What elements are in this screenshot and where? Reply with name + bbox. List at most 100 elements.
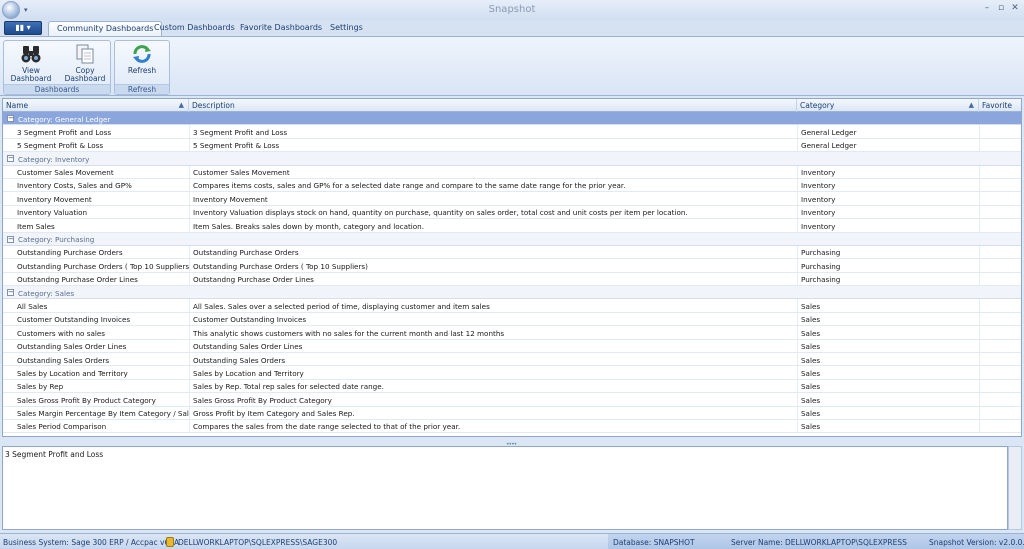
cell-description: Outstanding Sales Order Lines [189, 339, 797, 353]
category-group-row[interactable]: − Category: Sales [3, 286, 1021, 300]
cell-favorite[interactable] [979, 138, 1021, 152]
cell-category: General Ledger [797, 125, 979, 139]
table-row[interactable]: Outstanding Sales Order Lines Outstanding… [3, 339, 1021, 354]
table-row[interactable]: 3 Segment Profit and Loss 3 Segment Profi… [3, 125, 1021, 139]
cell-category: Sales [797, 366, 979, 380]
cell-favorite[interactable] [979, 219, 1021, 233]
view-dashboard-button[interactable]: View Dashboard [10, 43, 52, 83]
category-group-row[interactable]: − Category: Purchasing [3, 232, 1021, 246]
cell-category: Sales [797, 379, 979, 393]
table-row[interactable]: Outstanding Purchase Orders Outstanding P… [3, 245, 1021, 260]
collapse-toggle-icon[interactable]: − [7, 235, 14, 243]
table-row[interactable]: Item Sales Item Sales. Breaks sales down … [3, 219, 1021, 233]
table-row[interactable]: Sales Period Comparison Compares the sale… [3, 419, 1021, 434]
ribbon-panel: View Dashboard Copy Dashboard Dashboards… [0, 36, 1024, 96]
table-row[interactable]: Inventory Movement Inventory Movement Inve… [3, 192, 1021, 206]
tab-settings[interactable]: Settings [322, 21, 371, 36]
table-row[interactable]: Inventory Valuation Inventory Valuation d… [3, 205, 1021, 220]
collapse-toggle-icon[interactable]: − [7, 155, 14, 163]
group-dashboards-label: Dashboards [4, 84, 110, 94]
table-row[interactable]: Sales by Location and Territory Sales by … [3, 366, 1021, 380]
cell-description: Customer Sales Movement [189, 165, 797, 179]
cell-favorite[interactable] [979, 379, 1021, 393]
table-row[interactable]: All Sales All Sales. Sales over a selecte… [3, 299, 1021, 313]
cell-favorite[interactable] [979, 312, 1021, 326]
table-row[interactable]: Sales Margin Percentage By Item Category… [3, 406, 1021, 420]
table-row[interactable]: Outstanding Sales Orders Outstanding Sale… [3, 353, 1021, 367]
cell-favorite[interactable] [979, 326, 1021, 340]
table-row[interactable]: Sales Gross Profit By Product Category Sa… [3, 393, 1021, 407]
cell-favorite[interactable] [979, 419, 1021, 433]
status-right-panel: Database: SNAPSHOT Server Name: DELLWORK… [608, 534, 1024, 549]
column-header-description[interactable]: Description [189, 99, 797, 112]
cell-favorite[interactable] [979, 353, 1021, 367]
cell-name: Sales Margin Percentage By Item Category… [17, 409, 189, 419]
cell-favorite[interactable] [979, 178, 1021, 192]
cell-category: Inventory [797, 192, 979, 206]
cell-favorite[interactable] [979, 272, 1021, 286]
business-system-text: Business System: Sage 300 ERP / Accpac v… [3, 538, 180, 547]
table-row[interactable]: Outstanding Purchase Orders ( Top 10 Sup… [3, 259, 1021, 273]
minimize-icon[interactable]: – [980, 3, 994, 13]
cell-category: Sales [797, 299, 979, 313]
cell-description: Item Sales. Breaks sales down by month, … [189, 219, 797, 233]
status-bar: Business System: Sage 300 ERP / Accpac v… [0, 533, 1024, 549]
maximize-icon[interactable]: ▫ [994, 3, 1008, 13]
column-name-label: Name [6, 101, 29, 110]
cell-category: Sales [797, 339, 979, 353]
copy-dashboard-label-2: Dashboard [64, 74, 106, 83]
cell-name: Sales by Rep [17, 382, 64, 392]
cell-favorite[interactable] [979, 406, 1021, 420]
table-row[interactable]: Customer Sales Movement Customer Sales Mo… [3, 165, 1021, 179]
table-row[interactable]: Customer Outstanding Invoices Customer Ou… [3, 312, 1021, 327]
cell-favorite[interactable] [979, 165, 1021, 179]
cell-name: Outstandng Purchase Order Lines [17, 275, 138, 285]
cell-category: Sales [797, 312, 979, 326]
category-group-label: Category: Sales [18, 288, 75, 298]
cell-name: Inventory Movement [17, 194, 92, 204]
binoculars-icon [20, 43, 42, 65]
refresh-button[interactable]: Refresh [121, 43, 163, 83]
cell-description: All Sales. Sales over a selected period … [189, 299, 797, 313]
cell-favorite[interactable] [979, 339, 1021, 353]
tab-favorite-dashboards[interactable]: Favorite Dashboards [232, 21, 330, 36]
cell-name: Outstanding Sales Orders [17, 355, 110, 365]
group-dashboards: View Dashboard Copy Dashboard Dashboards [3, 40, 111, 95]
copy-dashboard-button[interactable]: Copy Dashboard [64, 43, 106, 83]
file-menu-button[interactable]: ▮▮ ▾ [4, 21, 42, 35]
cell-name: Customer Sales Movement [17, 168, 114, 178]
cell-favorite[interactable] [979, 125, 1021, 139]
copy-icon [74, 43, 96, 65]
cell-favorite[interactable] [979, 299, 1021, 313]
cell-favorite[interactable] [979, 192, 1021, 206]
cell-description: Inventory Valuation displays stock on ha… [189, 205, 797, 219]
cell-favorite[interactable] [979, 366, 1021, 380]
category-group-row[interactable]: − Category: General Ledger [3, 112, 1021, 126]
cell-favorite[interactable] [979, 259, 1021, 273]
column-header-favorite[interactable]: Favorite [979, 99, 1021, 112]
collapse-toggle-icon[interactable]: − [7, 289, 14, 297]
table-row[interactable]: Outstandng Purchase Order Lines Outstandn… [3, 272, 1021, 287]
cell-favorite[interactable] [979, 245, 1021, 259]
refresh-label: Refresh [127, 66, 157, 75]
table-row[interactable]: 5 Segment Profit & Loss 5 Segment Profit … [3, 138, 1021, 153]
cell-name: All Sales [17, 301, 48, 311]
table-row[interactable]: Sales by Rep Sales by Rep. Total rep sale… [3, 379, 1021, 394]
column-header-name[interactable]: Name ▲ [3, 99, 189, 112]
refresh-icon [131, 43, 153, 65]
detail-pane: 3 Segment Profit and Loss [2, 446, 1008, 530]
collapse-toggle-icon[interactable]: − [7, 115, 14, 122]
close-icon[interactable]: ✕ [1008, 3, 1022, 13]
view-dashboard-label-2: Dashboard [10, 74, 52, 83]
cell-favorite[interactable] [979, 205, 1021, 219]
category-group-row[interactable]: − Category: Inventory [3, 152, 1021, 166]
cell-favorite[interactable] [979, 393, 1021, 407]
tab-custom-dashboards[interactable]: Custom Dashboards [146, 21, 243, 36]
detail-scrollbar[interactable] [1008, 446, 1022, 530]
column-header-category[interactable]: Category ▲ [797, 99, 979, 112]
splitter-grip-icon[interactable]: •••• [506, 441, 518, 448]
cell-description: Compares the sales from the date range s… [189, 419, 797, 433]
table-row[interactable]: Inventory Costs, Sales and GP% Compares i… [3, 178, 1021, 193]
table-row[interactable]: Customers with no sales This analytic sho… [3, 326, 1021, 340]
ribbon-tab-row: ▮▮ ▾ Community Dashboards Custom Dashboa… [0, 20, 1024, 36]
